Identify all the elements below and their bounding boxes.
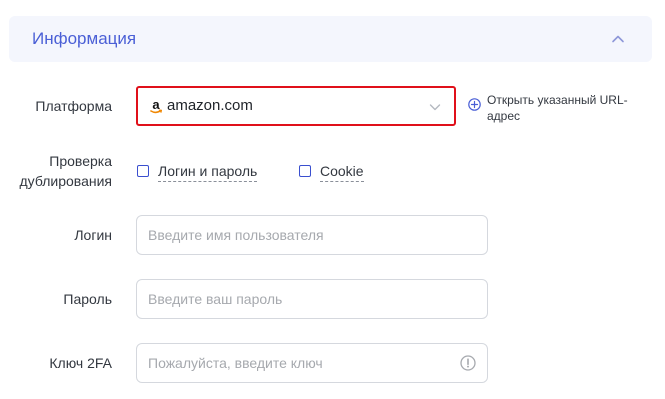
login-label: Логин [74, 227, 112, 243]
checkbox-square[interactable] [137, 165, 149, 177]
login-input[interactable] [148, 225, 448, 245]
section-title: Информация [32, 29, 137, 48]
plus-circle-icon[interactable] [468, 98, 481, 111]
duplicate-check-label: Проверка дублирования [20, 151, 112, 191]
info-circle-icon[interactable] [460, 355, 476, 371]
chevron-up-icon[interactable] [610, 31, 626, 47]
checkbox-label[interactable]: Логин и пароль [158, 161, 258, 182]
open-url-text[interactable]: Открыть указанный URL-адрес [487, 92, 652, 124]
platform-label: Платформа [35, 98, 112, 114]
duplicate-check-label-line1: Проверка [49, 153, 112, 169]
password-input[interactable] [148, 289, 448, 309]
duplicate-check-label-line2: дублирования [19, 173, 112, 189]
login-field[interactable] [136, 215, 488, 255]
amazon-logo-icon: a [150, 98, 162, 114]
section-header[interactable]: Информация [9, 16, 652, 62]
key2fa-input[interactable] [148, 353, 448, 373]
key2fa-label: Ключ 2FA [49, 355, 112, 371]
password-field[interactable] [136, 279, 488, 319]
checkbox-square[interactable] [299, 165, 311, 177]
key2fa-field[interactable] [136, 343, 488, 383]
platform-select[interactable]: a amazon.com [136, 86, 456, 126]
platform-selected-value: amazon.com [167, 97, 253, 114]
checkbox-label[interactable]: Cookie [320, 161, 364, 182]
account-info-form: Информация Платформа a amazon.com Открыт… [0, 0, 665, 399]
chevron-down-icon[interactable] [428, 100, 442, 114]
password-label: Пароль [63, 291, 112, 307]
